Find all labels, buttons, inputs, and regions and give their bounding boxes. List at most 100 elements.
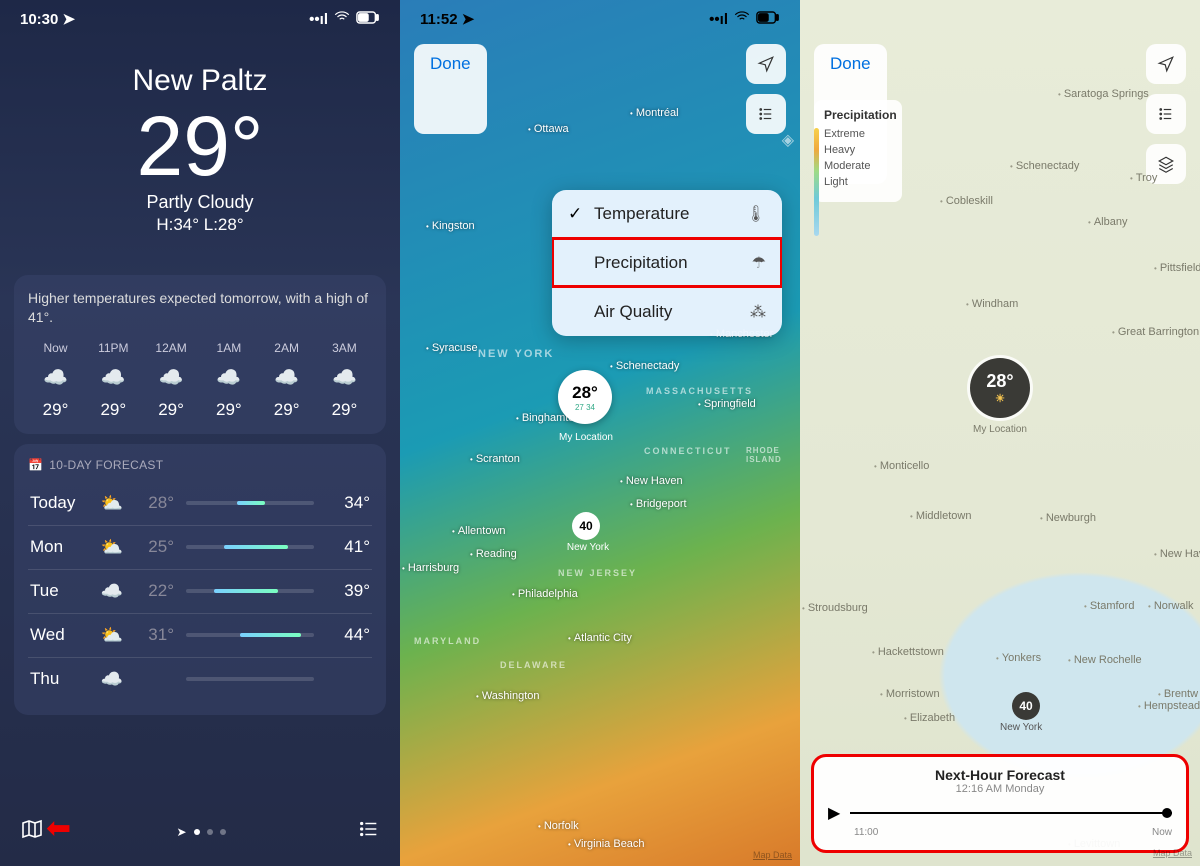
wifi-icon: [333, 8, 351, 30]
particles-icon: ⁂: [750, 302, 766, 322]
wifi-icon: [733, 8, 751, 30]
dot: [194, 829, 200, 835]
next-hour-timeline[interactable]: Next-Hour Forecast 12:16 AM Monday ▶ 11:…: [814, 757, 1186, 850]
day-hi: 34°: [326, 493, 370, 513]
map-button[interactable]: [20, 817, 44, 846]
city-label: Hackettstown: [872, 646, 944, 658]
status-time: 11:52: [420, 11, 458, 28]
layer-option-air-quality[interactable]: Air Quality⁂: [552, 287, 782, 336]
city-label: Ottawa: [528, 123, 569, 135]
legend-row: Moderate: [824, 160, 892, 172]
city-label: Troy: [1130, 172, 1157, 184]
state-label: MARYLAND: [414, 636, 481, 646]
dot: [220, 829, 226, 835]
check-icon: ✓: [568, 204, 586, 224]
city-label: Yonkers: [996, 652, 1041, 664]
day-row[interactable]: Tue ☁️ 22° 39°: [28, 569, 372, 613]
day-name: Today: [30, 493, 94, 513]
locate-button[interactable]: [746, 44, 786, 84]
city-label: Windham: [966, 298, 1018, 310]
temp-range-bar: [186, 633, 314, 637]
list-button[interactable]: [746, 94, 786, 134]
layer-option-precipitation[interactable]: Precipitation☂: [552, 238, 782, 287]
location-temp-badge[interactable]: 28°27 34: [558, 370, 612, 424]
city-label: Harrisburg: [402, 562, 459, 574]
city-label: Atlantic City: [568, 632, 632, 644]
timeline-track[interactable]: [850, 812, 1172, 814]
state-label: MASSACHUSETTS: [646, 386, 753, 396]
page-dots[interactable]: ➤: [176, 825, 225, 839]
hourly-col: Now☁️29°: [28, 341, 83, 420]
day-icon: ⛅: [94, 625, 130, 646]
done-button[interactable]: Done: [414, 44, 487, 134]
city-label: Newburgh: [1040, 512, 1096, 524]
precip-legend: Precipitation Extreme Heavy Moderate Lig…: [814, 100, 902, 202]
day-row[interactable]: Thu ☁️: [28, 657, 372, 701]
city-label: Albany: [1088, 216, 1127, 228]
legend-row: Heavy: [824, 144, 892, 156]
temp-range-bar: [186, 501, 314, 505]
city-label: Stroudsburg: [802, 602, 868, 614]
thermometer-icon: 🌡: [746, 204, 766, 224]
list-button[interactable]: [358, 818, 380, 845]
layers-button[interactable]: ◈: [782, 130, 794, 150]
ny-temp-badge[interactable]: 40: [572, 512, 600, 540]
legend-row: Extreme: [824, 128, 892, 140]
location-temp-badge[interactable]: 28°☀: [970, 358, 1030, 418]
legend-row: Light: [824, 176, 892, 188]
day-lo: 31°: [130, 625, 174, 645]
map-data-link[interactable]: Map Data: [1153, 848, 1192, 858]
location-icon: ➤: [63, 10, 76, 28]
ny-temp-badge[interactable]: 40: [1012, 692, 1040, 720]
city-label: Elizabeth: [904, 712, 955, 724]
locate-button[interactable]: [1146, 44, 1186, 84]
ny-label: New York: [548, 542, 628, 553]
city-label: Norwalk: [1148, 600, 1194, 612]
layer-picker: ✓Temperature🌡 Precipitation☂ Air Quality…: [552, 190, 782, 336]
umbrella-icon: ☂: [752, 253, 766, 273]
day-icon: ⛅: [94, 493, 130, 514]
list-button[interactable]: [1146, 94, 1186, 134]
weather-home-pane: 10:30 ➤ ••ıl New Paltz 29° Partly Cloudy…: [0, 0, 400, 866]
city-label: Springfield: [698, 398, 756, 410]
ten-day-heading: 📅10-DAY FORECAST: [28, 458, 372, 472]
city-label: Monticello: [874, 460, 929, 472]
layer-option-temperature[interactable]: ✓Temperature🌡: [552, 190, 782, 238]
day-icon: ☁️: [94, 581, 130, 602]
hourly-col: 3AM☁️29°: [317, 341, 372, 420]
day-row[interactable]: Today ⛅ 28° 34°: [28, 482, 372, 525]
dot: [207, 829, 213, 835]
play-button[interactable]: ▶: [828, 803, 840, 823]
battery-icon: [356, 11, 380, 28]
city-label: Stamford: [1084, 600, 1134, 612]
hi-lo: H:34° L:28°: [0, 215, 400, 235]
city-label: Hempstead: [1138, 700, 1200, 712]
city-label: Saratoga Springs: [1058, 88, 1149, 100]
city-label: Montréal: [630, 107, 679, 119]
day-row[interactable]: Mon ⛅ 25° 41°: [28, 525, 372, 569]
temp-range-bar: [186, 589, 314, 593]
map-data-link[interactable]: Map Data: [753, 850, 792, 860]
city-label: Schenectady: [1010, 160, 1079, 172]
hourly-row[interactable]: Now☁️29° 11PM☁️29° 12AM☁️29° 1AM☁️29° 2A…: [28, 341, 372, 420]
state-label: RHODE ISLAND: [746, 446, 800, 464]
hourly-card[interactable]: Higher temperatures expected tomorrow, w…: [14, 275, 386, 434]
current-condition: Partly Cloudy: [0, 192, 400, 213]
state-label: NEW JERSEY: [558, 568, 637, 578]
temp-range-bar: [186, 677, 314, 681]
day-row[interactable]: Wed ⛅ 31° 44°: [28, 613, 372, 657]
day-name: Tue: [30, 581, 94, 601]
precipitation-map-pane[interactable]: 11:53 ➤ ••ıl Done Precipitation Extreme …: [800, 0, 1200, 866]
my-location-label: My Location: [546, 432, 626, 443]
day-hi: 39°: [326, 581, 370, 601]
ten-day-card[interactable]: 📅10-DAY FORECAST Today ⛅ 28° 34°Mon ⛅ 25…: [14, 444, 386, 715]
city-label: Schenectady: [610, 360, 679, 372]
city-label: Allentown: [452, 525, 506, 537]
city-label: Washington: [476, 690, 540, 702]
city-label: Middletown: [910, 510, 971, 522]
tick-label: Now: [1152, 827, 1172, 838]
city-label: Brentw: [1158, 688, 1198, 700]
city-name: New Paltz: [0, 64, 400, 98]
temperature-map-pane[interactable]: 11:52 ➤ ••ıl Done ◈ Montréal Ottawa King…: [400, 0, 800, 866]
temp-range-bar: [186, 545, 314, 549]
